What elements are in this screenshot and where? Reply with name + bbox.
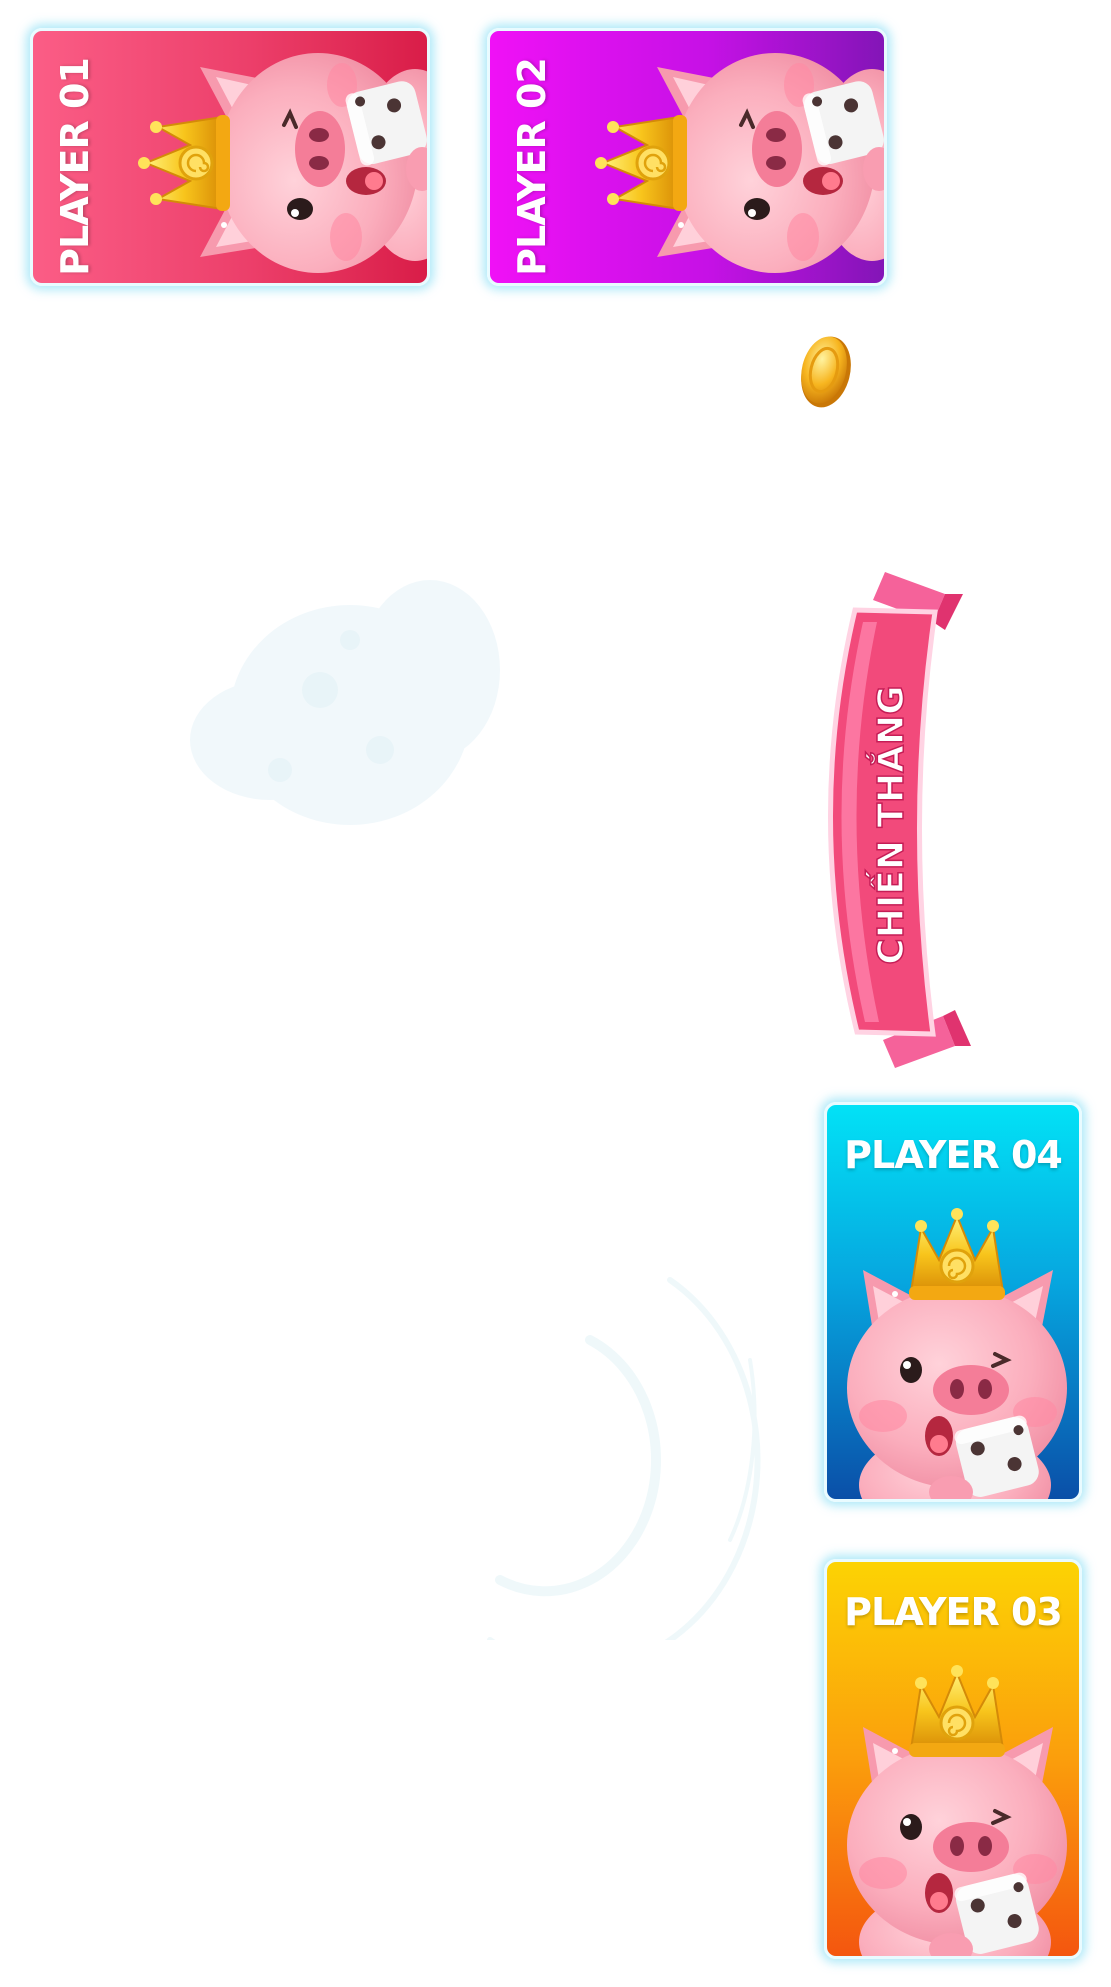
- ribbon-banner: CHIẾN THẮNG: [828, 572, 971, 1068]
- swirl-effect: [487, 1277, 761, 1640]
- player-label-p2: PLAYER 02: [510, 58, 554, 276]
- pig-king-icon: [136, 51, 427, 275]
- win-screen-sprite-sheet: { "players": { "p1": { "label": "PLAYER …: [0, 0, 1111, 1987]
- player-label-p3: PLAYER 03: [844, 1590, 1063, 1634]
- pig-king-icon: [845, 1663, 1069, 1956]
- pig-king-icon: [845, 1206, 1069, 1499]
- player-card-p4[interactable]: PLAYER 04: [824, 1102, 1082, 1502]
- player-card-p3[interactable]: PLAYER 03: [824, 1559, 1082, 1959]
- player-card-p1[interactable]: PLAYER 01: [30, 28, 430, 286]
- player-label-p4: PLAYER 04: [844, 1133, 1063, 1177]
- player-label-p1: PLAYER 01: [53, 58, 97, 276]
- banner-text: CHIẾN THẮNG: [865, 685, 912, 964]
- gold-coin-icon: [801, 336, 851, 408]
- player-card-p2[interactable]: PLAYER 02: [487, 28, 887, 286]
- pig-king-icon: [593, 51, 884, 275]
- sparkle-burst: [190, 580, 500, 825]
